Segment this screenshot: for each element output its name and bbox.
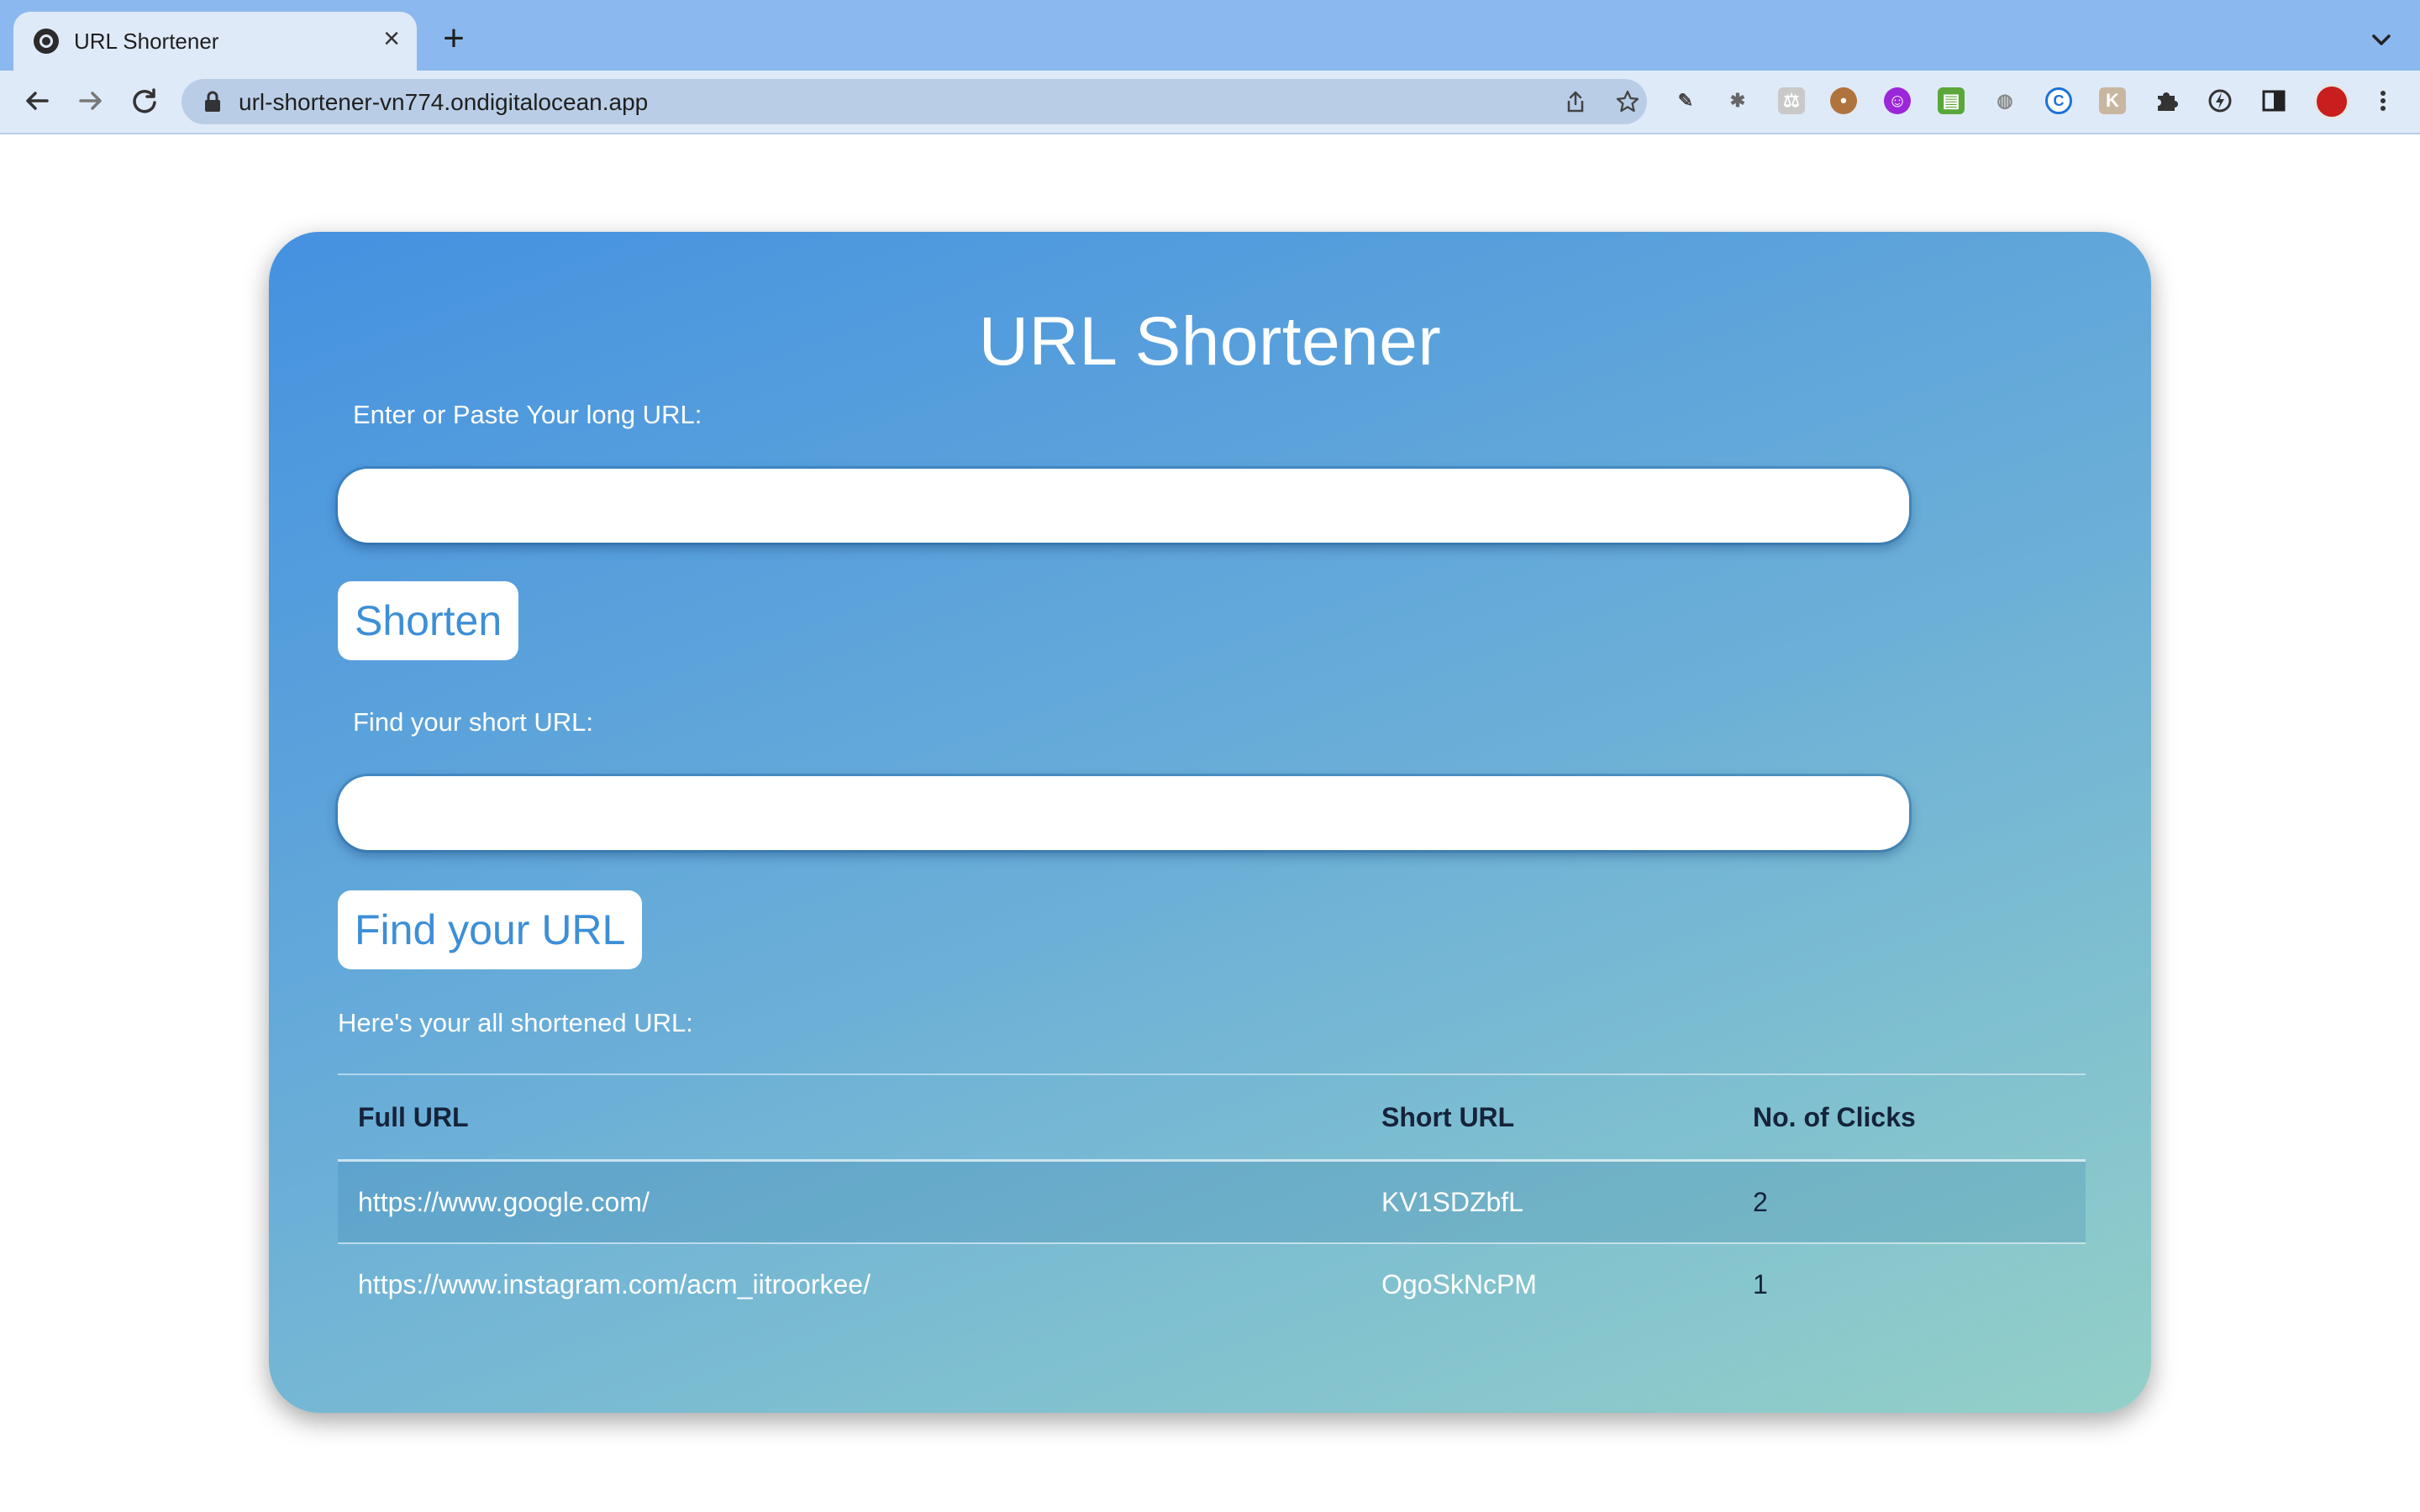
chevron-down-icon[interactable] xyxy=(2366,25,2396,55)
urls-table: Full URL Short URL No. of Clicks https:/… xyxy=(338,1074,2086,1325)
short-url-cell: OgoSkNcPM xyxy=(1381,1268,1537,1299)
mouse-icon[interactable]: ◍ xyxy=(1991,87,2018,114)
back-arrow-icon[interactable] xyxy=(18,82,55,119)
more-menu-icon[interactable] xyxy=(2370,87,2396,114)
lock-icon[interactable] xyxy=(203,91,222,113)
long-url-input[interactable] xyxy=(338,469,1909,543)
column-header-short-url: Short URL xyxy=(1381,1101,1515,1132)
cookie-icon[interactable]: • xyxy=(1830,87,1857,114)
close-tab-icon[interactable]: × xyxy=(376,24,407,54)
column-header-clicks: No. of Clicks xyxy=(1753,1101,1916,1132)
bug-icon[interactable]: ✱ xyxy=(1724,87,1751,114)
full-url-cell: https://www.instagram.com/acm_iitroorkee… xyxy=(358,1268,871,1299)
address-url[interactable]: url-shortener-vn774.ondigitalocean.app xyxy=(239,89,648,116)
column-header-full-url: Full URL xyxy=(358,1101,469,1132)
tab-title: URL Shortener xyxy=(74,29,219,54)
reload-icon[interactable] xyxy=(126,82,163,119)
sidebar-icon[interactable] xyxy=(2260,87,2287,114)
find-url-button[interactable]: Find your URL xyxy=(338,890,643,969)
address-bar[interactable]: url-shortener-vn774.ondigitalocean.app xyxy=(182,79,1647,124)
browser-toolbar: url-shortener-vn774.ondigitalocean.app ✎… xyxy=(0,71,2420,134)
puzzle-icon[interactable] xyxy=(2153,87,2180,114)
page-title: URL Shortener xyxy=(978,303,1442,380)
share-icon[interactable] xyxy=(1563,89,1588,114)
purple-face-icon[interactable]: ☺ xyxy=(1884,87,1911,114)
full-url-cell: https://www.google.com/ xyxy=(358,1186,650,1217)
table-row: https://www.instagram.com/acm_iitroorkee… xyxy=(338,1243,2086,1325)
c-circle-icon[interactable]: C xyxy=(2045,87,2072,114)
table-header-row: Full URL Short URL No. of Clicks xyxy=(338,1074,2086,1161)
new-tab-button[interactable]: + xyxy=(437,20,471,57)
browser-tab-bar: URL Shortener × + xyxy=(0,0,2420,71)
forward-arrow-icon[interactable] xyxy=(72,82,109,119)
globe-icon xyxy=(34,29,59,54)
pen-tool-icon[interactable]: ✎ xyxy=(1672,87,1699,114)
scale-icon[interactable]: ⚖ xyxy=(1778,87,1805,114)
bolt-icon[interactable] xyxy=(2207,87,2233,114)
browser-tab[interactable]: URL Shortener × xyxy=(13,12,417,71)
clicks-cell: 1 xyxy=(1753,1268,1768,1299)
shorten-button[interactable]: Shorten xyxy=(338,581,519,660)
avatar[interactable] xyxy=(2314,84,2349,119)
printer-icon[interactable]: ▤ xyxy=(1938,87,1965,114)
bookmark-star-icon[interactable] xyxy=(1615,89,1640,114)
clicks-cell: 2 xyxy=(1753,1186,1768,1217)
shortener-card: URL Shortener Enter or Paste Your long U… xyxy=(269,232,2151,1413)
list-heading: Here's your all shortened URL: xyxy=(338,1008,693,1037)
k-icon[interactable]: K xyxy=(2099,87,2126,114)
find-url-label: Find your short URL: xyxy=(353,707,593,737)
table-row: https://www.google.com/ KV1SDZbfL 2 xyxy=(338,1160,2086,1243)
short-url-cell: KV1SDZbfL xyxy=(1381,1186,1523,1217)
long-url-label: Enter or Paste Your long URL: xyxy=(353,400,702,429)
find-url-input[interactable] xyxy=(338,776,1909,850)
